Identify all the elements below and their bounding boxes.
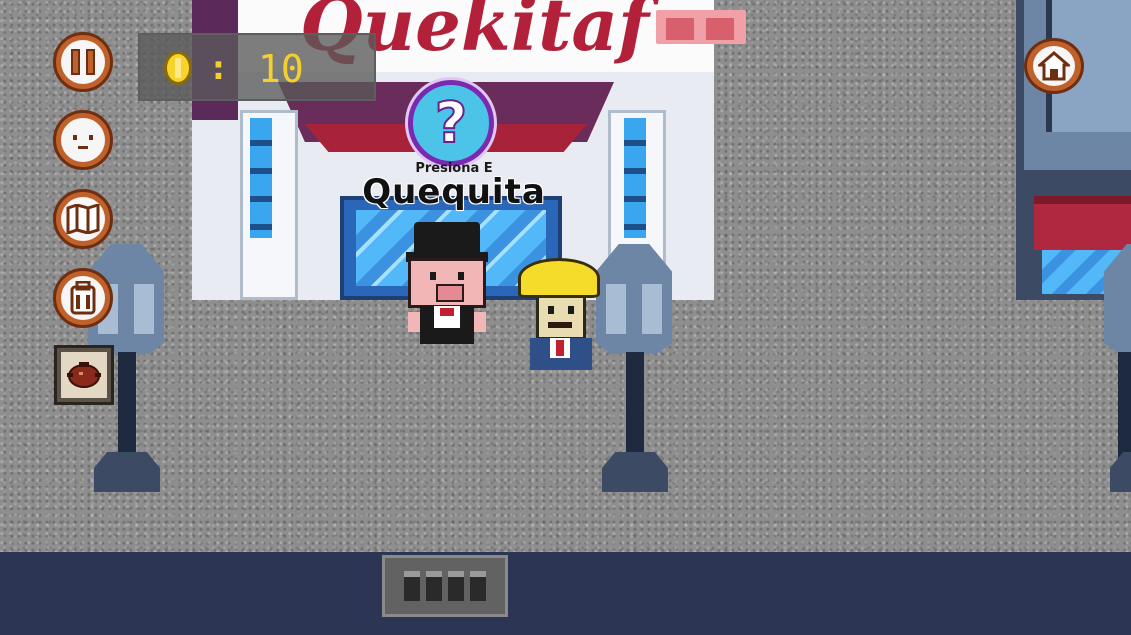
lamp-base <box>602 452 668 492</box>
coin-counter: : 10 <box>138 33 376 101</box>
grate-bar <box>470 571 486 601</box>
pig-bowtie <box>440 308 454 316</box>
pig-eye <box>430 272 436 280</box>
straw-hat <box>518 258 600 298</box>
backpack-button[interactable] <box>53 268 113 328</box>
lamp-pole <box>1118 352 1131 462</box>
pig-arm <box>408 312 420 332</box>
pig-snout <box>436 284 464 302</box>
player-head <box>536 294 586 340</box>
question-mark-icon: ? <box>408 80 494 166</box>
coin-icon <box>164 51 192 85</box>
lamp-glass <box>606 284 626 334</box>
npc-name-label: Quequita <box>362 172 546 212</box>
pig-arm <box>474 312 486 332</box>
drain-grate-slot[interactable] <box>382 555 508 617</box>
lamp-glass <box>642 284 662 334</box>
coin-count: 10 <box>258 47 304 91</box>
face-button[interactable] <box>53 110 113 170</box>
store-window-right <box>624 118 646 238</box>
pause-icon <box>61 40 105 84</box>
bottom-bar <box>0 552 1131 635</box>
grate-bar <box>448 571 464 601</box>
backpack-icon <box>61 276 105 320</box>
street-lamp <box>596 244 672 494</box>
neighbor-building-awning <box>1034 196 1131 250</box>
sign-decoration <box>656 10 746 44</box>
grate-bar <box>426 571 442 601</box>
lamp-base <box>1110 452 1131 492</box>
player-tie <box>556 340 564 356</box>
lamp-head <box>1104 244 1131 354</box>
game-scene: Quekitaf ? Presiona E Quequita: 10 <box>0 0 1131 635</box>
map-button[interactable] <box>53 189 113 249</box>
cooking-pot-button[interactable] <box>54 345 114 405</box>
player-mustache <box>548 322 572 328</box>
store-window-left <box>250 118 272 238</box>
map-icon <box>61 197 105 241</box>
player-eye <box>548 306 554 314</box>
home-button[interactable] <box>1024 38 1084 94</box>
player-character <box>518 258 602 374</box>
street-lamp <box>1104 244 1131 494</box>
lamp-glass <box>134 284 154 334</box>
lamp-base <box>94 452 160 492</box>
lamp-pole <box>118 352 136 462</box>
interaction-hint-icon: ? <box>408 80 494 166</box>
pot-icon <box>61 352 107 398</box>
player-eye <box>568 306 574 314</box>
grate-bar <box>404 571 420 601</box>
coin-separator: : <box>212 49 225 87</box>
pause-button[interactable] <box>53 32 113 92</box>
face-icon <box>61 118 105 162</box>
pig-shopkeeper-npc[interactable] <box>406 222 488 346</box>
pig-eye <box>458 272 464 280</box>
home-icon <box>1033 46 1075 86</box>
lamp-pole <box>626 352 644 462</box>
